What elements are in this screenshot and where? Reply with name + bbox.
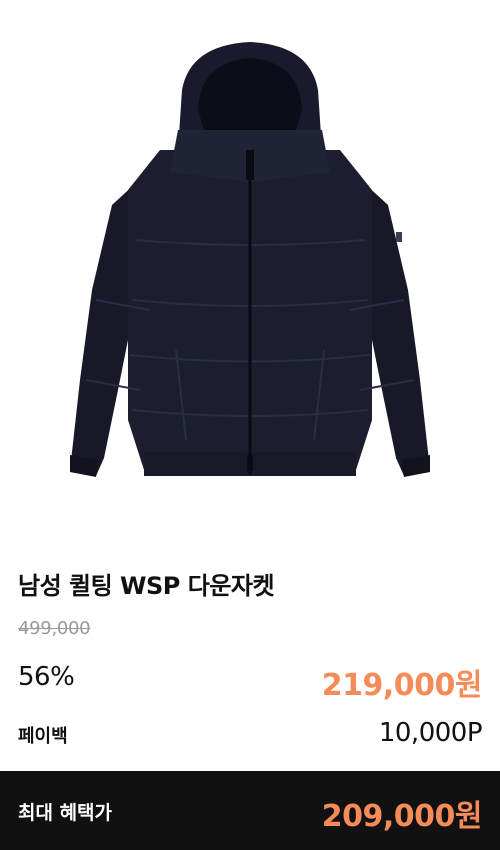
max-benefit-bar[interactable]: 최대 혜택가 209,000원 bbox=[0, 771, 500, 850]
discount-rate: 56% bbox=[18, 662, 75, 692]
payback-label: 페이백 bbox=[18, 726, 68, 747]
original-price: 499,000 bbox=[18, 618, 91, 639]
sale-price: 219,000원 bbox=[321, 668, 483, 703]
price-row: 56% 219,000원 bbox=[18, 660, 483, 703]
max-benefit-label: 최대 혜택가 bbox=[18, 802, 113, 824]
down-jacket-image bbox=[70, 42, 430, 477]
payback-value: 10,000P bbox=[378, 718, 483, 748]
product-image[interactable] bbox=[0, 0, 500, 540]
product-title: 남성 퀼팅 WSP 다운자켓 bbox=[18, 572, 275, 600]
payback-row: 페이백 10,000P bbox=[18, 718, 483, 750]
max-benefit-price: 209,000원 bbox=[321, 799, 483, 834]
